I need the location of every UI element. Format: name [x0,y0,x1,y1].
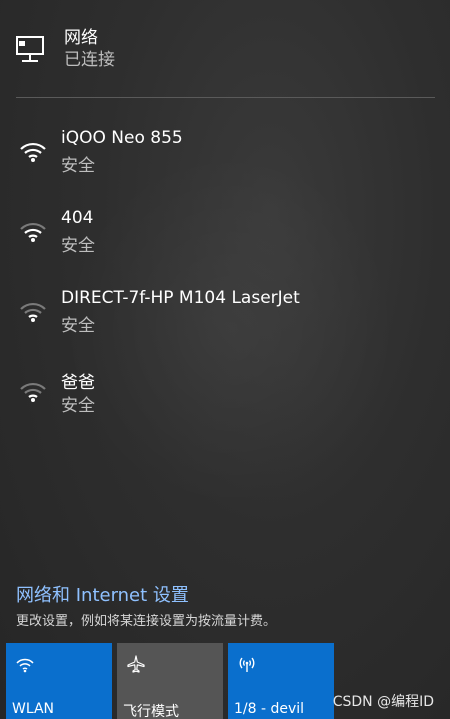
wifi-network-security: 安全 [61,236,95,256]
watermark: CSDN @编程ID [332,694,434,710]
network-flyout: 网络 已连接 iQOO Neo 855 安全 404 安全 DIRECT-7f-… [0,0,450,719]
airplane-mode-button[interactable]: 飞行模式 [117,643,223,719]
network-settings-link[interactable]: 网络和 Internet 设置 [16,581,189,607]
divider [16,97,435,98]
airplane-mode-label: 飞行模式 [123,704,179,719]
connected-network-status: 已连接 [64,50,115,70]
wlan-toggle-button[interactable]: WLAN [6,643,112,719]
wifi-network-item[interactable]: 404 安全 [0,200,450,280]
network-settings-description: 更改设置，例如将某连接设置为按流量计费。 [16,614,277,629]
wifi-network-list: iQOO Neo 855 安全 404 安全 DIRECT-7f-HP M104… [0,120,450,440]
wifi-network-security: 安全 [61,396,95,416]
wifi-signal-icon [20,302,46,322]
wifi-icon [16,658,34,673]
wifi-network-item[interactable]: iQOO Neo 855 安全 [0,120,450,200]
wifi-network-item[interactable]: DIRECT-7f-HP M104 LaserJet 安全 [0,280,450,360]
wifi-network-name: iQOO Neo 855 [61,128,183,148]
wifi-signal-icon [20,142,46,162]
connected-network[interactable]: 网络 已连接 [0,0,450,96]
wifi-network-item[interactable]: 爸爸 安全 [0,360,450,440]
wifi-network-security: 安全 [61,156,95,176]
mobile-hotspot-icon [239,657,255,672]
wifi-network-name: DIRECT-7f-HP M104 LaserJet [61,288,300,308]
wifi-network-name: 404 [61,208,94,228]
wifi-network-name: 爸爸 [61,373,95,393]
wifi-signal-icon [20,222,46,242]
ethernet-network-icon [16,36,44,62]
mobile-hotspot-button[interactable]: 1/8 - devil [228,643,334,719]
airplane-icon [127,655,145,673]
mobile-hotspot-label: 1/8 - devil [234,701,305,717]
wifi-signal-icon [20,382,46,402]
wlan-label: WLAN [12,701,55,717]
wifi-network-security: 安全 [61,316,95,336]
